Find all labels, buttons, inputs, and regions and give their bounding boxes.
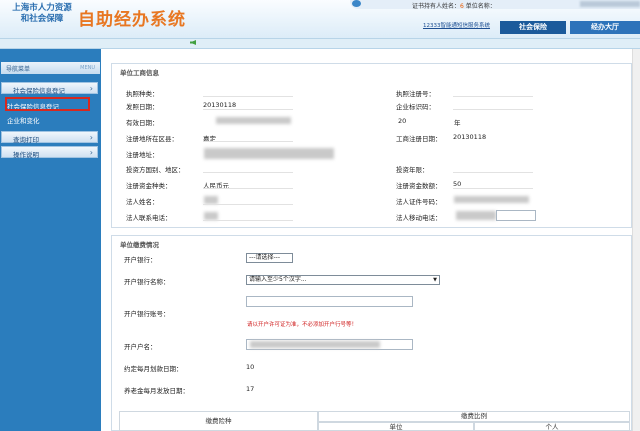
capital-amount-label: 注册资金数额：	[396, 182, 442, 190]
address-redacted	[204, 148, 334, 159]
capital-amount-value: 50	[453, 180, 462, 188]
legal-id-label: 法人证件号码：	[396, 198, 442, 206]
scrollbar[interactable]	[632, 49, 640, 431]
sidebar-item-enterprise-change[interactable]: 企业和变化	[7, 115, 40, 125]
license-number-label: 执照注册号：	[396, 90, 435, 98]
sms-service-link[interactable]: 12333智能通短信服务系统	[423, 21, 490, 29]
bank-name-select[interactable]: 请输入至少5个汉字... ▼	[246, 275, 440, 285]
capital-amount-line	[453, 188, 533, 189]
investor-country-line	[203, 172, 293, 173]
sidebar-section-label: 社会保险信息登记	[13, 87, 65, 95]
enterprise-id-label: 企业标识码：	[396, 103, 435, 111]
bank-select[interactable]: ---请选择---	[246, 253, 293, 263]
valid-date-label: 有效日期：	[126, 119, 159, 127]
logo-line-2: 和社会保障	[20, 14, 64, 24]
account-label: 开户银行账号：	[124, 310, 170, 318]
enterprise-id-line	[453, 109, 533, 110]
legal-phone-line	[203, 220, 293, 221]
account-input[interactable]	[246, 296, 413, 307]
deduct-date-value: 10	[246, 363, 255, 371]
legal-person-line	[203, 204, 293, 205]
legal-person-label: 法人姓名：	[126, 198, 159, 206]
registration-date-value: 20130118	[453, 133, 487, 141]
agency-logo: 上海市人力资源 和社会保障	[6, 3, 78, 25]
registration-date-label: 工商注册日期：	[396, 135, 442, 143]
valid-date-redacted	[216, 117, 291, 124]
tab-social-insurance[interactable]: 社会保险	[500, 21, 566, 34]
user-icon	[352, 0, 361, 7]
sidebar-menu-label: MENU	[80, 65, 95, 71]
legal-phone-redacted	[204, 212, 218, 220]
deduct-date-label: 约定每月划款日期：	[124, 365, 183, 373]
bank-name-label: 开户银行名称：	[124, 278, 170, 286]
investor-country-label: 投资方国别、地区：	[126, 166, 185, 174]
legal-mobile-label: 法人移动电话：	[396, 214, 442, 222]
license-type-line	[203, 96, 293, 97]
valid-years-value: 20	[398, 117, 407, 125]
table-header-employer: 单位	[318, 422, 474, 431]
capital-type-label: 注册资金种类：	[126, 182, 172, 190]
chevron-right-icon: ›	[89, 133, 93, 142]
sidebar-section-label: 操作说明	[13, 151, 39, 159]
tab-service-hall[interactable]: 经办大厅	[570, 21, 640, 34]
sidebar-header: 导航菜单 MENU	[1, 62, 100, 74]
panel-title: 单位工商信息	[120, 69, 159, 77]
user-suffix: 单位名称：	[465, 3, 496, 10]
bank-label: 开户银行：	[124, 256, 157, 264]
license-type-label: 执照种类：	[126, 90, 159, 98]
bank-name-placeholder: 请输入至少5个汉字...	[249, 276, 307, 283]
table-header-ratio: 缴费比例	[318, 411, 630, 422]
capital-type-line	[203, 188, 293, 189]
legal-mobile-redacted	[456, 211, 496, 220]
sidebar-section-label: 查询打印	[13, 136, 39, 144]
user-prefix: 证书持有人姓名：	[412, 3, 461, 10]
table-header-insurance-type: 缴费险种	[119, 411, 318, 431]
company-name-redacted	[580, 1, 640, 7]
district-label: 注册地所在区县：	[126, 135, 178, 143]
legal-id-redacted	[454, 196, 529, 203]
issue-date-value: 20130118	[203, 101, 237, 109]
user-info-text: 证书持有人姓名：6 单位名称：	[412, 1, 496, 10]
system-name: 自助经办系统	[78, 10, 186, 30]
table-header-employee: 个人	[474, 422, 630, 431]
sidebar-section-instructions[interactable]: 操作说明 ›	[1, 146, 98, 159]
selected-item-highlight	[5, 97, 90, 111]
account-name-label: 开户户名：	[124, 343, 157, 351]
account-name-redacted	[250, 341, 380, 348]
legal-person-redacted	[204, 196, 218, 204]
valid-years-unit: 年	[454, 119, 461, 127]
sidebar-title: 导航菜单	[6, 66, 31, 73]
user-num: 6	[460, 3, 464, 10]
panel-title: 单位缴费情况	[120, 241, 159, 249]
chevron-right-icon: ›	[89, 84, 93, 93]
payment-info-panel: 单位缴费情况	[111, 235, 632, 431]
top-nav: 社会保险 经办大厅	[500, 21, 640, 34]
district-line	[203, 141, 293, 142]
license-number-line	[453, 96, 533, 97]
sidebar-section-registration[interactable]: 社会保险信息登记 ›	[1, 82, 98, 95]
logo-line-1: 上海市人力资源	[12, 3, 72, 13]
issue-date-label: 发照日期：	[126, 103, 159, 111]
legal-mobile-field[interactable]	[496, 210, 536, 221]
address-label: 注册地址：	[126, 151, 159, 159]
notice-strip	[0, 38, 640, 49]
investment-years-line	[453, 172, 533, 173]
account-warning: 请以开户许可证为准，不必添加开户行号等！	[247, 322, 358, 328]
investment-years-label: 投资年限：	[396, 166, 429, 174]
legal-phone-label: 法人联系电话：	[126, 214, 172, 222]
pension-date-value: 17	[246, 385, 255, 393]
chevron-right-icon: ›	[89, 148, 93, 157]
pension-date-label: 养老金每月发放日期：	[124, 387, 189, 395]
sidebar-section-query-print[interactable]: 查询打印 ›	[1, 131, 98, 144]
issue-date-line	[203, 109, 293, 110]
business-info-panel: 单位工商信息	[111, 63, 632, 228]
dropdown-arrow-icon: ▼	[433, 277, 437, 283]
